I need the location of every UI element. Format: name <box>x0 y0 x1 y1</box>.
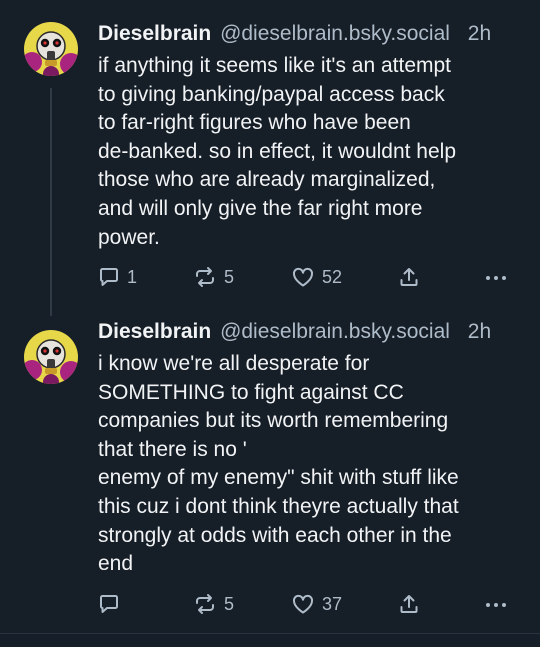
like-button[interactable]: 52 <box>291 263 342 291</box>
heart-icon <box>292 594 314 614</box>
post-header: Dieselbrain @dieselbrain.bsky.social 2h <box>98 318 524 346</box>
reply-button[interactable]: 1 <box>98 263 137 291</box>
share-icon <box>400 268 418 286</box>
share-button[interactable] <box>398 590 420 618</box>
post-actions: 5 37 <box>98 590 516 618</box>
reply-icon <box>100 595 118 613</box>
more-dots-icon <box>486 276 506 280</box>
post-text: if anything it seems like it's an attemp… <box>98 54 457 249</box>
repost-button[interactable]: 5 <box>193 590 234 618</box>
post-actions: 1 5 52 <box>98 263 516 291</box>
gas-mask-avatar-icon <box>24 330 78 384</box>
like-count: 37 <box>322 593 343 614</box>
repost-button[interactable]: 5 <box>193 263 234 291</box>
post[interactable]: Dieselbrain @dieselbrain.bsky.social 2h … <box>0 0 540 310</box>
more-options-button[interactable] <box>484 590 508 618</box>
timestamp[interactable]: 2h <box>468 22 491 45</box>
heart-icon <box>292 267 314 287</box>
handle[interactable]: @dieselbrain.bsky.social <box>220 22 450 45</box>
reply-button[interactable] <box>98 590 127 618</box>
avatar[interactable] <box>24 330 78 384</box>
share-button[interactable] <box>398 263 420 291</box>
timestamp[interactable]: 2h <box>468 320 491 343</box>
post-header: Dieselbrain @dieselbrain.bsky.social 2h <box>98 20 524 48</box>
display-name[interactable]: Dieselbrain <box>98 320 211 343</box>
repost-count: 5 <box>224 593 235 614</box>
avatar[interactable] <box>24 22 78 76</box>
post[interactable]: Dieselbrain @dieselbrain.bsky.social 2h … <box>0 310 540 634</box>
handle[interactable]: @dieselbrain.bsky.social <box>220 320 450 343</box>
repost-count: 5 <box>224 266 235 287</box>
like-count: 52 <box>322 266 343 287</box>
more-dots-icon <box>486 603 506 607</box>
reply-count: 1 <box>127 266 138 287</box>
share-icon <box>400 595 418 613</box>
repost-icon <box>196 267 214 287</box>
more-options-button[interactable] <box>484 263 508 291</box>
repost-icon <box>196 594 214 614</box>
gas-mask-avatar-icon <box>24 22 78 76</box>
feed-divider <box>0 633 540 634</box>
post-text: i know we're all desperate for SOMETHING… <box>98 352 459 576</box>
display-name[interactable]: Dieselbrain <box>98 22 211 45</box>
reply-icon <box>100 268 118 286</box>
like-button[interactable]: 37 <box>291 590 342 618</box>
